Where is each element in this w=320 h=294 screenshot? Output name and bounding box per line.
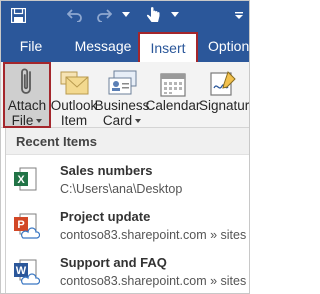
save-icon[interactable] bbox=[9, 6, 27, 24]
word-cloud-file-icon: W bbox=[12, 257, 41, 285]
calendar-button[interactable]: Calendar bbox=[145, 62, 201, 128]
attach-file-dropdown-icon bbox=[36, 119, 43, 124]
outlook-item-label-line2: Item bbox=[60, 113, 88, 128]
business-card-label-line2: Card bbox=[102, 113, 133, 128]
touch-mode-icon[interactable] bbox=[141, 6, 165, 24]
envelope-icon bbox=[58, 64, 90, 98]
tab-insert[interactable]: Insert bbox=[138, 32, 198, 62]
title-bar bbox=[1, 1, 249, 29]
powerpoint-cloud-file-icon: P bbox=[12, 211, 41, 239]
svg-text:W: W bbox=[16, 265, 27, 277]
touch-mode-dropdown-icon[interactable] bbox=[169, 6, 181, 24]
recent-item-name: Project update bbox=[60, 209, 151, 224]
customize-quick-access-icon[interactable] bbox=[233, 6, 245, 24]
svg-text:X: X bbox=[17, 174, 25, 186]
tab-file[interactable]: File bbox=[15, 29, 47, 62]
recent-item-name: Support and FAQ bbox=[60, 255, 167, 270]
outlook-item-label-line1: Outlook bbox=[50, 98, 98, 113]
ribbon-tabs: File Message Insert Options bbox=[1, 29, 249, 62]
recent-item-path: C:\Users\ana\Desktop bbox=[60, 182, 183, 196]
recent-item-path: contoso83.sharepoint.com » sites » bbox=[60, 274, 250, 288]
signature-button[interactable]: Signature bbox=[199, 62, 250, 128]
recent-item-project-update[interactable]: P Project update contoso83.sharepoint.co… bbox=[6, 204, 250, 250]
undo-icon[interactable] bbox=[65, 6, 85, 24]
tab-message[interactable]: Message bbox=[73, 29, 133, 62]
recent-item-support-and-faq[interactable]: W Support and FAQ contoso83.sharepoint.c… bbox=[6, 250, 250, 293]
signature-icon bbox=[199, 64, 247, 98]
business-card-button[interactable]: Business Card bbox=[94, 62, 150, 128]
attach-file-label-line2: File bbox=[11, 113, 34, 128]
recent-item-name: Sales numbers bbox=[60, 163, 153, 178]
tab-options[interactable]: Options bbox=[208, 29, 249, 62]
recent-item-sales-numbers[interactable]: X Sales numbers C:\Users\ana\Desktop bbox=[6, 158, 249, 204]
attach-file-dropdown: Recent Items X Sales numbers C:\Users\an… bbox=[5, 128, 250, 293]
business-card-dropdown-icon bbox=[135, 119, 142, 124]
outlook-item-button[interactable]: Outlook Item bbox=[51, 62, 97, 128]
signature-label: Signature bbox=[199, 98, 250, 113]
recent-items-header: Recent Items bbox=[6, 128, 249, 155]
redo-icon[interactable] bbox=[94, 6, 114, 24]
attach-file-button[interactable]: Attach File bbox=[3, 62, 51, 128]
recent-item-path: contoso83.sharepoint.com » sites » bbox=[60, 228, 250, 242]
paperclip-icon bbox=[18, 66, 36, 98]
calendar-icon bbox=[160, 64, 186, 98]
quick-access-more-icon[interactable] bbox=[119, 6, 133, 24]
calendar-label: Calendar bbox=[145, 98, 201, 113]
business-card-label-line1: Business bbox=[94, 98, 150, 113]
svg-text:P: P bbox=[17, 219, 24, 231]
ribbon: Attach File Outlook Item Business Card C… bbox=[1, 62, 250, 128]
outlook-message-window: File Message Insert Options Attach File bbox=[0, 0, 250, 294]
business-card-icon bbox=[106, 64, 138, 98]
attach-file-label-line1: Attach bbox=[7, 98, 47, 113]
excel-file-icon: X bbox=[12, 165, 40, 193]
